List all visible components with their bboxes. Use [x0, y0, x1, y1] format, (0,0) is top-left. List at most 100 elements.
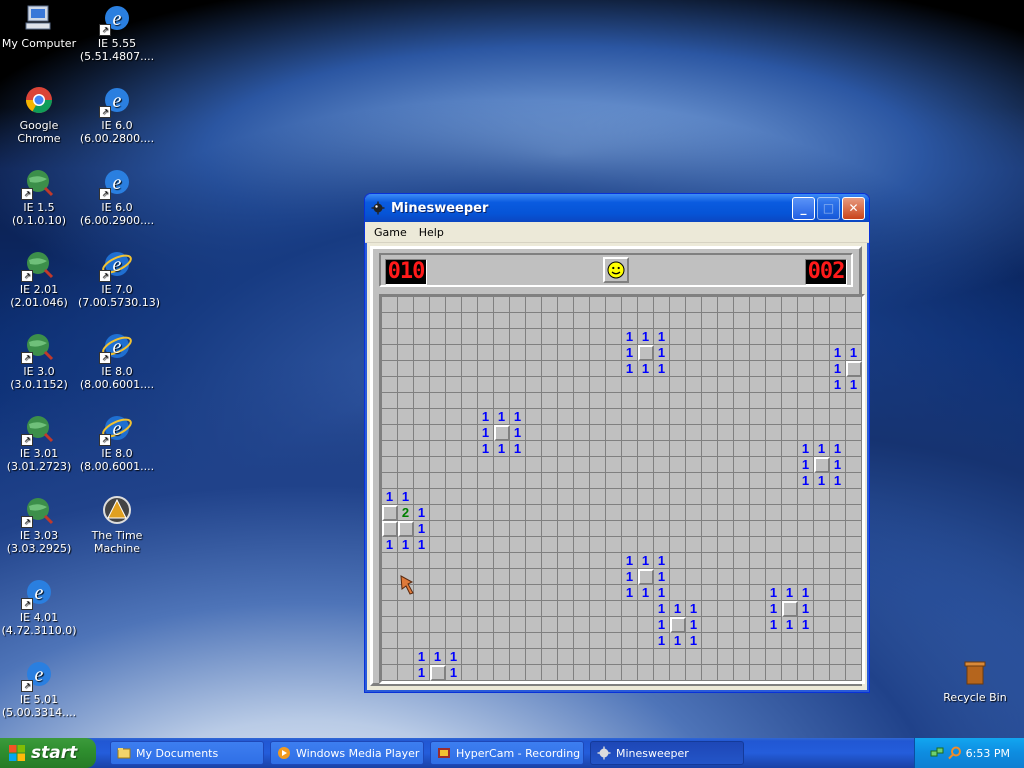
mine-cell[interactable] [814, 633, 830, 649]
mine-cell[interactable] [558, 633, 574, 649]
mine-cell[interactable] [478, 633, 494, 649]
mine-cell[interactable] [382, 425, 398, 441]
mine-cell[interactable] [398, 345, 414, 361]
mine-cell-number[interactable]: 1 [798, 441, 814, 457]
mine-cell[interactable] [574, 313, 590, 329]
mine-cell[interactable] [526, 393, 542, 409]
mine-cell[interactable] [510, 617, 526, 633]
mine-cell[interactable] [510, 329, 526, 345]
mine-cell[interactable] [494, 665, 510, 681]
mine-cell[interactable] [526, 425, 542, 441]
mine-cell[interactable] [702, 665, 718, 681]
mine-cell[interactable] [846, 329, 862, 345]
mine-cell[interactable] [446, 297, 462, 313]
mine-cell[interactable] [686, 649, 702, 665]
mine-cell[interactable] [846, 649, 862, 665]
mine-cell[interactable] [734, 617, 750, 633]
mine-cell[interactable] [430, 345, 446, 361]
mine-cell[interactable] [494, 505, 510, 521]
mine-cell[interactable] [382, 553, 398, 569]
mine-cell[interactable] [782, 297, 798, 313]
mine-cell[interactable] [830, 553, 846, 569]
mine-cell[interactable] [542, 633, 558, 649]
mine-cell[interactable] [590, 393, 606, 409]
mine-cell[interactable] [558, 521, 574, 537]
mine-cell[interactable] [798, 553, 814, 569]
smiley-button[interactable] [603, 257, 629, 283]
mine-cell[interactable] [510, 601, 526, 617]
mine-cell[interactable] [718, 425, 734, 441]
mine-cell-number[interactable]: 1 [798, 601, 814, 617]
mine-cell[interactable] [526, 345, 542, 361]
mine-cell[interactable] [782, 441, 798, 457]
mine-cell[interactable] [830, 569, 846, 585]
mine-cell[interactable] [430, 377, 446, 393]
mine-cell[interactable] [798, 361, 814, 377]
mine-cell[interactable] [382, 377, 398, 393]
mine-cell[interactable] [750, 521, 766, 537]
mine-cell[interactable] [590, 329, 606, 345]
task-hypercam[interactable]: HyperCam - Recording [430, 741, 584, 765]
mine-cell[interactable] [750, 537, 766, 553]
mine-cell-number[interactable]: 1 [638, 553, 654, 569]
mine-cell[interactable] [846, 601, 862, 617]
desktop-icon-ie-6-0-b[interactable]: e ↗ IE 6.0 (6.00.2900.... [78, 166, 156, 227]
mine-cell[interactable] [414, 361, 430, 377]
mine-cell-unrevealed[interactable] [382, 521, 398, 537]
mine-cell[interactable] [670, 665, 686, 681]
mine-cell-number[interactable]: 1 [798, 617, 814, 633]
mine-cell[interactable] [798, 505, 814, 521]
mine-cell[interactable] [798, 377, 814, 393]
mine-cell[interactable] [590, 665, 606, 681]
mine-cell[interactable] [654, 457, 670, 473]
mine-cell[interactable] [382, 585, 398, 601]
mine-cell[interactable] [766, 329, 782, 345]
mine-cell[interactable] [766, 409, 782, 425]
mine-cell[interactable] [574, 329, 590, 345]
mine-cell[interactable] [494, 329, 510, 345]
mine-cell[interactable] [446, 569, 462, 585]
mine-cell[interactable] [558, 585, 574, 601]
mine-cell[interactable] [622, 665, 638, 681]
mine-cell[interactable] [638, 665, 654, 681]
mine-cell-unrevealed[interactable] [846, 361, 862, 377]
mine-cell[interactable] [686, 425, 702, 441]
mine-cell-number[interactable]: 1 [398, 489, 414, 505]
mine-cell[interactable] [622, 473, 638, 489]
mine-cell[interactable] [670, 377, 686, 393]
mine-cell[interactable] [718, 297, 734, 313]
mine-cell[interactable] [782, 377, 798, 393]
mine-cell[interactable] [766, 393, 782, 409]
mine-cell[interactable] [702, 329, 718, 345]
mine-cell-unrevealed[interactable] [398, 521, 414, 537]
mine-cell[interactable] [830, 521, 846, 537]
mine-cell[interactable] [814, 649, 830, 665]
mine-cell[interactable] [846, 617, 862, 633]
mine-cell-number[interactable]: 1 [510, 441, 526, 457]
mine-cell[interactable] [590, 345, 606, 361]
mine-cell[interactable] [734, 489, 750, 505]
mine-cell[interactable] [846, 457, 862, 473]
mine-cell[interactable] [734, 409, 750, 425]
mine-cell[interactable] [846, 425, 862, 441]
close-button[interactable]: ✕ [842, 196, 865, 220]
mine-cell[interactable] [558, 649, 574, 665]
mine-cell[interactable] [734, 313, 750, 329]
mine-cell[interactable] [606, 457, 622, 473]
mine-cell[interactable] [462, 473, 478, 489]
mine-cell[interactable] [702, 633, 718, 649]
mine-cell[interactable] [686, 585, 702, 601]
mine-cell[interactable] [750, 633, 766, 649]
mine-cell[interactable] [542, 393, 558, 409]
mine-cell[interactable] [414, 425, 430, 441]
mine-cell[interactable] [638, 649, 654, 665]
mine-cell[interactable] [670, 409, 686, 425]
mine-cell[interactable] [782, 425, 798, 441]
mine-cell[interactable] [766, 537, 782, 553]
mine-cell[interactable] [830, 425, 846, 441]
mine-cell[interactable] [574, 585, 590, 601]
mine-cell[interactable] [462, 313, 478, 329]
mine-cell[interactable] [558, 601, 574, 617]
mine-cell[interactable] [702, 457, 718, 473]
mine-cell[interactable] [750, 377, 766, 393]
